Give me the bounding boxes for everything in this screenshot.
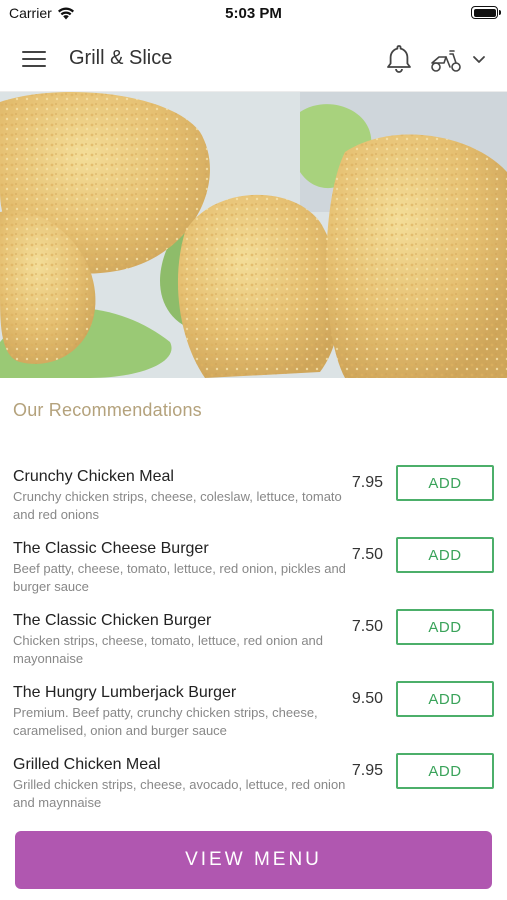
list-item: Grilled Chicken Meal Grilled chicken str… [0,748,507,820]
item-description: Grilled chicken strips, cheese, avocado,… [13,777,346,810]
item-name: The Hungry Lumberjack Burger [13,684,237,701]
add-button[interactable]: ADD [396,609,494,645]
recommendations-list: Crunchy Chicken Meal Crunchy chicken str… [0,460,507,820]
view-menu-button[interactable]: VIEW MENU [15,831,492,889]
item-price: 7.50 [351,618,383,635]
item-name: Grilled Chicken Meal [13,756,161,773]
item-price: 7.95 [351,762,383,779]
item-price: 9.50 [351,690,383,707]
item-name: Crunchy Chicken Meal [13,468,174,485]
list-item: The Classic Cheese Burger Beef patty, ch… [0,532,507,604]
add-button[interactable]: ADD [396,753,494,789]
item-description: Premium. Beef patty, crunchy chicken str… [13,705,318,738]
restaurant-title: Grill & Slice [69,47,173,69]
item-name: The Classic Cheese Burger [13,540,209,557]
item-description: Crunchy chicken strips, cheese, coleslaw… [13,489,342,522]
list-item: Crunchy Chicken Meal Crunchy chicken str… [0,460,507,532]
add-button[interactable]: ADD [396,537,494,573]
fried-chicken-illustration [0,92,507,378]
item-price: 7.95 [351,474,383,491]
item-name: The Classic Chicken Burger [13,612,212,629]
add-button[interactable]: ADD [396,465,494,501]
scooter-icon[interactable] [428,44,464,76]
list-item: The Hungry Lumberjack Burger Premium. Be… [0,676,507,748]
status-bar: Carrier 5:03 PM [0,0,507,28]
nav-bar: Grill & Slice [0,28,507,92]
battery-icon [471,6,501,19]
hero-food-image [0,92,507,378]
add-button[interactable]: ADD [396,681,494,717]
chevron-down-icon[interactable] [468,48,490,70]
list-item: The Classic Chicken Burger Chicken strip… [0,604,507,676]
item-price: 7.50 [351,546,383,563]
item-description: Chicken strips, cheese, tomato, lettuce,… [13,633,324,666]
recommendations-heading: Our Recommendations [13,400,202,420]
clock: 5:03 PM [225,5,282,22]
bell-icon[interactable] [382,42,416,76]
item-description: Beef patty, cheese, tomato, lettuce, red… [13,561,346,594]
hamburger-menu-button[interactable] [20,46,50,74]
